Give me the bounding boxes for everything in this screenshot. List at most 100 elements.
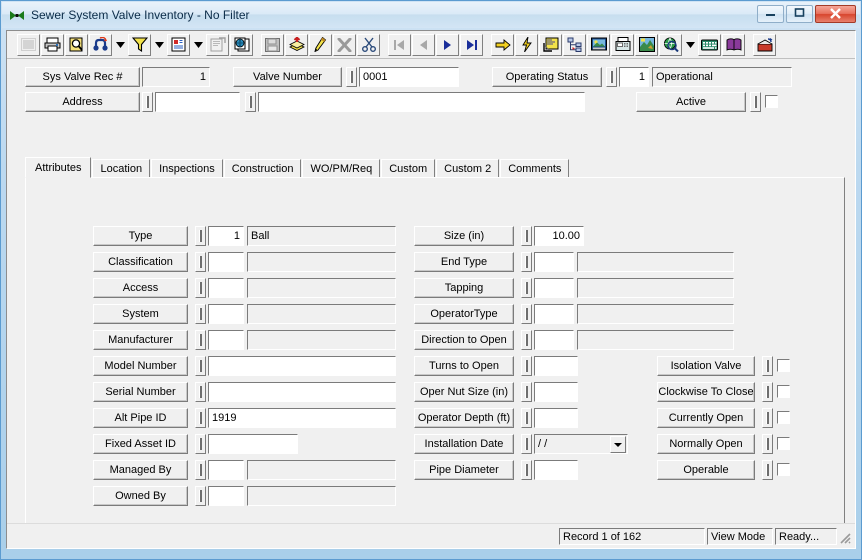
active-lookup-button[interactable] [750,92,761,112]
currently-open-label-button[interactable]: Currently Open [657,408,755,428]
minimize-button[interactable] [757,5,784,23]
tab-wo-pm-req[interactable]: WO/PM/Req [302,159,381,178]
model-number-label-button[interactable]: Model Number [93,356,188,376]
valve-number-label-button[interactable]: Valve Number [233,67,342,87]
serial-number-input[interactable] [208,382,396,402]
filter-dropdown[interactable] [152,33,166,56]
operator-depth-label-button[interactable]: Operator Depth (ft) [414,408,514,428]
operable-label-button[interactable]: Operable [657,460,755,480]
size-label-button[interactable]: Size (in) [414,226,514,246]
first-record-button[interactable] [388,33,411,56]
fax-button[interactable] [611,33,634,56]
oper-nut-size-label-button[interactable]: Oper Nut Size (in) [414,382,514,402]
exit-button[interactable] [753,33,776,56]
save-button[interactable] [261,33,284,56]
find-button[interactable] [89,33,112,56]
installation-date-label-button[interactable]: Installation Date [414,434,514,454]
installation-date-lookup-button[interactable] [521,434,532,454]
turns-to-open-input[interactable] [534,356,578,376]
tab-custom[interactable]: Custom [381,159,436,178]
turns-to-open-lookup-button[interactable] [521,356,532,376]
hierarchy-button[interactable] [563,33,586,56]
report-button[interactable] [167,33,190,56]
resize-grip-icon[interactable] [838,531,852,545]
maximize-button[interactable] [786,5,813,23]
operator-type-lookup-button[interactable] [521,304,532,324]
owned-by-label-button[interactable]: Owned By [93,486,188,506]
turns-to-open-label-button[interactable]: Turns to Open [414,356,514,376]
access-code-input[interactable] [208,278,244,298]
copy-record-button[interactable] [230,33,253,56]
managed-by-code-input[interactable] [208,460,244,480]
fixed-asset-id-input[interactable] [208,434,298,454]
address-lookup-button[interactable] [142,92,153,112]
currently-open-checkbox[interactable] [777,411,790,424]
operator-type-code-input[interactable] [534,304,574,324]
normally-open-lookup-button[interactable] [762,434,773,454]
goto-button[interactable] [491,33,514,56]
type-code-input[interactable]: 1 [208,226,244,246]
tab-comments[interactable]: Comments [500,159,570,178]
valve-number-input[interactable]: 0001 [359,67,459,87]
size-lookup-button[interactable] [521,226,532,246]
clockwise-to-close-checkbox[interactable] [777,385,790,398]
pipe-diameter-lookup-button[interactable] [521,460,532,480]
find-dropdown[interactable] [113,33,127,56]
tab-attributes[interactable]: Attributes [25,157,92,178]
sys-valve-rec-label-button[interactable]: Sys Valve Rec # [25,67,140,87]
address-detail-lookup-button[interactable] [245,92,256,112]
tab-construction[interactable]: Construction [223,159,302,178]
new-record-button[interactable] [285,33,308,56]
fixed-asset-id-label-button[interactable]: Fixed Asset ID [93,434,188,454]
tapping-label-button[interactable]: Tapping [414,278,514,298]
normally-open-label-button[interactable]: Normally Open [657,434,755,454]
alt-pipe-id-label-button[interactable]: Alt Pipe ID [93,408,188,428]
classification-lookup-button[interactable] [195,252,206,272]
end-type-code-input[interactable] [534,252,574,272]
manufacturer-lookup-button[interactable] [195,330,206,350]
report-dropdown[interactable] [191,33,205,56]
isolation-valve-lookup-button[interactable] [762,356,773,376]
tab-location[interactable]: Location [92,159,151,178]
installation-date-dropdown-button[interactable] [610,436,626,453]
isolation-valve-label-button[interactable]: Isolation Valve [657,356,755,376]
cut-button[interactable] [357,33,380,56]
keyboard-button[interactable] [698,33,721,56]
grid-view-button[interactable] [17,33,40,56]
operator-type-label-button[interactable]: OperatorType [414,304,514,324]
close-button[interactable] [815,5,856,23]
valve-number-lookup-button[interactable] [346,67,357,87]
operator-depth-input[interactable] [534,408,578,428]
end-type-lookup-button[interactable] [521,252,532,272]
tab-custom-2[interactable]: Custom 2 [436,159,500,178]
operable-checkbox[interactable] [777,463,790,476]
serial-number-lookup-button[interactable] [195,382,206,402]
clockwise-to-close-label-button[interactable]: Clockwise To Close [657,382,755,402]
managed-by-lookup-button[interactable] [195,460,206,480]
model-number-lookup-button[interactable] [195,356,206,376]
operating-status-lookup-button[interactable] [606,67,617,87]
access-lookup-button[interactable] [195,278,206,298]
tapping-lookup-button[interactable] [521,278,532,298]
address-input[interactable] [155,92,240,112]
address-label-button[interactable]: Address [25,92,140,112]
type-lookup-button[interactable] [195,226,206,246]
classification-code-input[interactable] [208,252,244,272]
managed-by-label-button[interactable]: Managed By [93,460,188,480]
image-button[interactable] [587,33,610,56]
internet-button[interactable] [659,33,682,56]
direction-to-open-code-input[interactable] [534,330,574,350]
access-label-button[interactable]: Access [93,278,188,298]
properties-button[interactable] [206,33,229,56]
delete-button[interactable] [333,33,356,56]
type-label-button[interactable]: Type [93,226,188,246]
operating-status-code[interactable]: 1 [619,67,649,87]
alt-pipe-id-lookup-button[interactable] [195,408,206,428]
classification-label-button[interactable]: Classification [93,252,188,272]
print-button[interactable] [41,33,64,56]
system-code-input[interactable] [208,304,244,324]
owned-by-lookup-button[interactable] [195,486,206,506]
serial-number-label-button[interactable]: Serial Number [93,382,188,402]
clockwise-to-close-lookup-button[interactable] [762,382,773,402]
pipe-diameter-input[interactable] [534,460,578,480]
